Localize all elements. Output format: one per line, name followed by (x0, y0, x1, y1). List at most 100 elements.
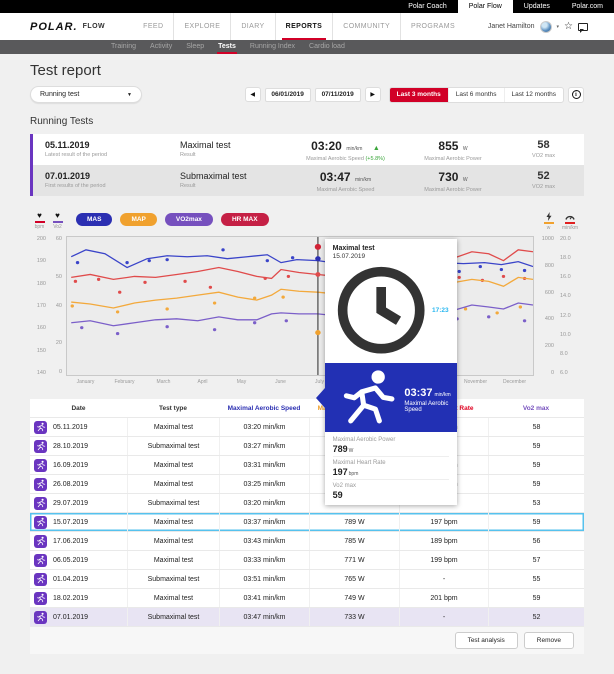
heart-icon: ♥ (37, 212, 42, 220)
cursor-dot[interactable] (315, 244, 321, 250)
next-period-button[interactable]: ▶ (365, 87, 381, 102)
chart-dot-map[interactable] (253, 297, 256, 300)
chevron-down-icon[interactable]: ▾ (557, 24, 560, 30)
chart-dot-vo2max[interactable] (165, 325, 168, 328)
legend-pill-hr-max[interactable]: HR MAX (221, 213, 269, 226)
topbar-link-polar-coach[interactable]: Polar Coach (397, 0, 458, 13)
legend-pill-map[interactable]: MAP (120, 213, 156, 226)
nav-item-reports[interactable]: REPORTS (275, 13, 333, 40)
range-last-12-months[interactable]: Last 12 months (504, 88, 563, 102)
prev-period-button[interactable]: ◀ (245, 87, 261, 102)
date-to-field[interactable]: 07/11/2019 (315, 88, 361, 102)
table-row[interactable]: 15.07.2019 Maximal test 03:37 min/km 789… (30, 512, 584, 531)
chart-dot-vo2max[interactable] (116, 332, 119, 335)
chart-dot-vo2max[interactable] (285, 319, 288, 322)
cursor-dot[interactable] (315, 330, 320, 335)
favorite-star-icon[interactable]: ☆ (564, 22, 573, 32)
test-type-dropdown[interactable]: Running test ▼ (30, 86, 142, 103)
month-label: February (105, 379, 144, 385)
chart-dot-hr-max[interactable] (287, 275, 290, 278)
chart-dot-hr-max[interactable] (264, 277, 267, 280)
cursor-dot[interactable] (315, 256, 320, 261)
nav-item-explore[interactable]: EXPLORE (173, 13, 230, 40)
chart-dot-hr-max[interactable] (143, 281, 146, 284)
table-row[interactable]: 18.02.2019 Maximal test 03:41 min/km 749… (30, 588, 584, 607)
chart-dot-map[interactable] (495, 311, 498, 314)
subnav-item-running-index[interactable]: Running Index (243, 40, 302, 54)
cell-date: 05.11.2019 (53, 424, 88, 431)
table-row[interactable]: 26.08.2019 Maximal test 03:25 min/km 810… (30, 474, 584, 493)
chart-dot-hr-max[interactable] (97, 278, 100, 281)
chart-dot-map[interactable] (281, 296, 284, 299)
running-test-icon (34, 459, 47, 472)
chart-dot-mas[interactable] (165, 258, 168, 261)
date-from-field[interactable]: 06/01/2019 (265, 88, 311, 102)
chart-dot-mas[interactable] (523, 269, 526, 272)
topbar-link-polar-com[interactable]: Polar.com (561, 0, 614, 13)
tooltip-speed: 03:37 (404, 387, 432, 399)
range-last-6-months[interactable]: Last 6 months (448, 88, 504, 102)
chart-dot-mas[interactable] (125, 261, 128, 264)
flow-label: FLOW (83, 23, 106, 30)
table-row[interactable]: 05.11.2019 Maximal test 03:20 min/km 840… (30, 417, 584, 436)
table-row[interactable]: 01.04.2019 Submaximal test 03:51 min/km … (30, 569, 584, 588)
chart-dot-mas[interactable] (500, 268, 503, 271)
chart-dot-hr-max[interactable] (74, 280, 77, 283)
table-row[interactable]: 28.10.2019 Submaximal test 03:27 min/km … (30, 436, 584, 455)
table-row[interactable]: 06.05.2019 Maximal test 03:33 min/km 771… (30, 550, 584, 569)
table-row[interactable]: 07.01.2019 Submaximal test 03:47 min/km … (30, 607, 584, 626)
chart-dot-map[interactable] (116, 310, 119, 313)
subnav-item-cardio-load[interactable]: Cardio load (302, 40, 352, 54)
cell-date: 07.01.2019 (53, 614, 88, 621)
topbar-link-updates[interactable]: Updates (513, 0, 561, 13)
table-row[interactable]: 16.09.2019 Maximal test 03:31 min/km 823… (30, 455, 584, 474)
nav-item-feed[interactable]: FEED (133, 13, 173, 40)
chart-dot-vo2max[interactable] (213, 328, 216, 331)
chart-dot-vo2max[interactable] (487, 315, 490, 318)
cell-mas: 03:20 min/km (219, 418, 309, 436)
chart-dot-mas[interactable] (479, 265, 482, 268)
tooltip-metric-value: 197bpm (333, 467, 449, 477)
chart-dot-map[interactable] (71, 304, 74, 307)
chart-dot-vo2max[interactable] (80, 326, 83, 329)
subnav-item-sleep[interactable]: Sleep (179, 40, 211, 54)
nav-item-diary[interactable]: DIARY (230, 13, 274, 40)
chart-dot-hr-max[interactable] (502, 275, 505, 278)
chat-icon[interactable] (578, 23, 588, 31)
table-row[interactable]: 29.07.2019 Submaximal test 03:20 min/km … (30, 493, 584, 512)
cell-test-type: Maximal test (127, 456, 219, 474)
chart-plot-area[interactable]: Maximal test 15.07.2019 17:23 03:37min/k… (66, 236, 534, 376)
nav-item-programs[interactable]: PROGRAMS (400, 13, 465, 40)
chart-dot-hr-max[interactable] (458, 276, 461, 279)
chart-dot-hr-max[interactable] (118, 291, 121, 294)
chart-dot-vo2max[interactable] (523, 319, 526, 322)
chart-dot-mas[interactable] (458, 270, 461, 273)
table-row[interactable]: 17.06.2019 Maximal test 03:43 min/km 785… (30, 531, 584, 550)
chart-dot-mas[interactable] (76, 261, 79, 264)
cursor-dot[interactable] (315, 272, 320, 277)
legend-pill-mas[interactable]: MAS (76, 213, 112, 226)
info-button[interactable]: i (568, 87, 584, 103)
chart-dot-mas[interactable] (221, 248, 224, 251)
user-name[interactable]: Janet Hamilton (488, 23, 535, 30)
chart-dot-map[interactable] (213, 301, 216, 304)
chart-dot-map[interactable] (519, 305, 522, 308)
chart-dot-map[interactable] (165, 307, 168, 310)
button-test-analysis[interactable]: Test analysis (455, 632, 518, 649)
subnav-item-training[interactable]: Training (104, 40, 143, 54)
chart-dot-mas[interactable] (148, 259, 151, 262)
nav-item-community[interactable]: COMMUNITY (332, 13, 400, 40)
avatar[interactable] (540, 21, 552, 33)
chart-dot-hr-max[interactable] (209, 286, 212, 289)
chart-dot-mas[interactable] (266, 259, 269, 262)
range-last-3-months[interactable]: Last 3 months (390, 88, 448, 102)
subnav-item-tests[interactable]: Tests (211, 40, 243, 54)
topbar-link-polar-flow[interactable]: Polar Flow (458, 0, 513, 13)
button-remove[interactable]: Remove (524, 632, 574, 649)
table-header: DateTest typeMaximal Aerobic SpeedMaxima… (30, 399, 584, 417)
chart-dot-vo2max[interactable] (253, 321, 256, 324)
chart-dot-hr-max[interactable] (183, 280, 186, 283)
legend-pill-vo2max[interactable]: VO2max (165, 213, 213, 226)
chart-dot-mas[interactable] (291, 256, 294, 259)
subnav-item-activity[interactable]: Activity (143, 40, 179, 54)
